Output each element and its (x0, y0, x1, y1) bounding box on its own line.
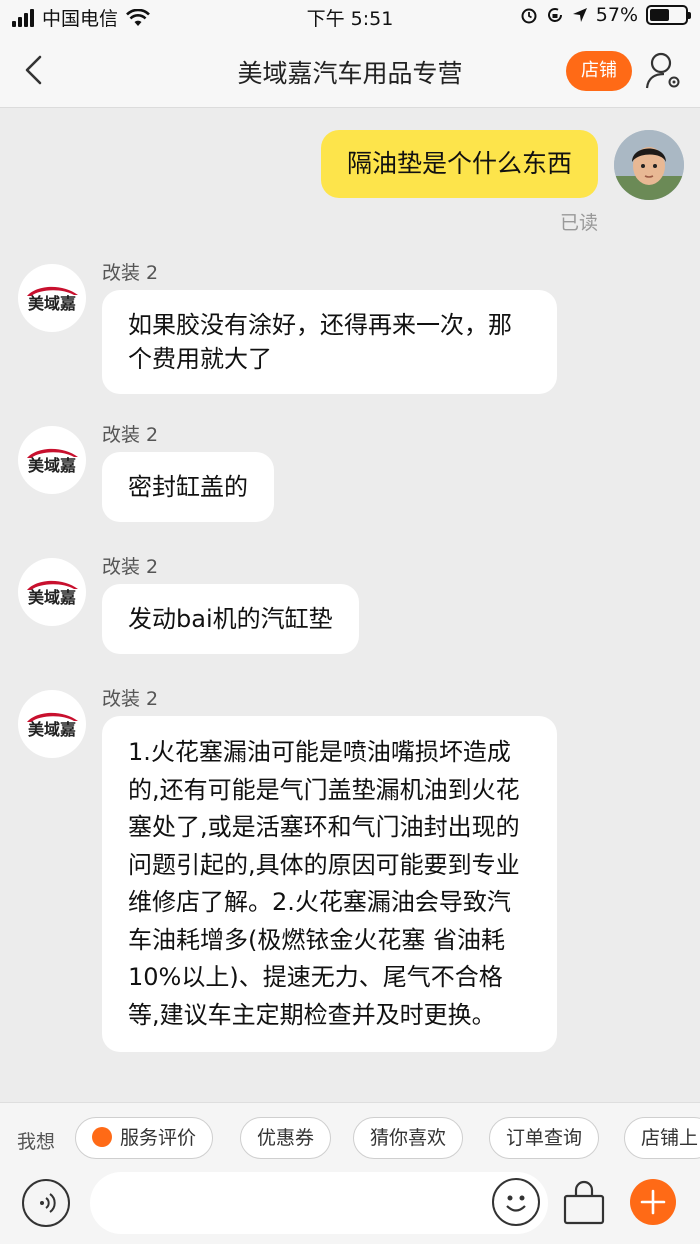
shopping-bag-icon[interactable] (562, 1180, 606, 1226)
status-bar: 中国电信 下午 5:51 57% (0, 0, 700, 34)
battery-fill (650, 9, 670, 21)
quick-reply-shop[interactable]: 店铺上 (624, 1117, 700, 1159)
message-bubble[interactable]: 如果胶没有涂好，还得再来一次，那个费用就大了 (102, 290, 557, 394)
alarm-icon (521, 8, 537, 24)
quick-reply-coupons[interactable]: 优惠券 (240, 1117, 332, 1159)
rotation-lock-icon (547, 8, 562, 22)
status-right: 57% (520, 4, 691, 26)
quick-reply-service-rating[interactable]: 服务评价 (75, 1117, 214, 1159)
read-status: 已读 (559, 212, 598, 234)
received-message: 美域嘉 改装 2 1.火花塞漏油可能是喷油嘴损坏造成的,还有可能是气门盖垫漏机油… (0, 684, 700, 1102)
message-input[interactable] (90, 1172, 548, 1234)
shop-logo-text: 美域嘉 (28, 720, 76, 739)
shop-avatar[interactable]: 美域嘉 (18, 264, 86, 332)
quick-reply-order-query[interactable]: 订单查询 (489, 1117, 600, 1159)
quick-reply-recommendations[interactable]: 猜你喜欢 (353, 1117, 464, 1159)
rating-icon (92, 1127, 112, 1147)
shop-avatar[interactable]: 美域嘉 (18, 426, 86, 494)
received-message: 美域嘉 改装 2 密封缸盖的 (0, 420, 700, 530)
quick-reply-lead: 我想 (17, 1131, 56, 1153)
my-message-bubble[interactable]: 隔油垫是个什么东西 (320, 130, 598, 198)
message-bubble[interactable]: 发动bai机的汽缸垫 (102, 584, 359, 654)
shop-button[interactable]: 店铺 (566, 51, 632, 91)
shop-avatar[interactable]: 美域嘉 (18, 690, 86, 758)
my-avatar[interactable] (614, 130, 684, 200)
chat-area[interactable]: 隔油垫是个什么东西 已读 美域嘉 改装 2 如果胶没有涂好，还得再来一次，那个费… (0, 108, 700, 1102)
battery-percent: 57% (595, 4, 638, 26)
sender-name: 改装 2 (102, 688, 159, 710)
quick-reply-label: 服务评价 (120, 1127, 197, 1149)
shop-logo-text: 美域嘉 (28, 294, 76, 313)
shop-logo-text: 美域嘉 (28, 588, 76, 607)
received-message: 美域嘉 改装 2 发动bai机的汽缸垫 (0, 552, 700, 662)
voice-input-icon[interactable] (22, 1179, 70, 1227)
shop-logo-text: 美域嘉 (28, 456, 76, 475)
battery-icon (646, 5, 691, 25)
shop-avatar[interactable]: 美域嘉 (18, 558, 86, 626)
quick-reply-bar: 我想 服务评价 优惠券 猜你喜欢 订单查询 店铺上 (0, 1102, 700, 1172)
nav-bar: 美域嘉汽车用品专营 店铺 (0, 34, 700, 108)
input-bar (0, 1172, 700, 1244)
more-actions-button[interactable] (630, 1179, 676, 1225)
user-settings-icon[interactable] (644, 50, 684, 92)
message-bubble[interactable]: 1.火花塞漏油可能是喷油嘴损坏造成的,还有可能是气门盖垫漏机油到火花塞处了,或是… (102, 716, 557, 1052)
sender-name: 改装 2 (102, 262, 159, 284)
sender-name: 改装 2 (102, 556, 159, 578)
location-arrow-icon (572, 8, 587, 22)
message-bubble[interactable]: 密封缸盖的 (102, 452, 274, 522)
emoji-icon[interactable] (492, 1178, 540, 1226)
received-message: 美域嘉 改装 2 如果胶没有涂好，还得再来一次，那个费用就大了 (0, 258, 700, 408)
sender-name: 改装 2 (102, 424, 159, 446)
